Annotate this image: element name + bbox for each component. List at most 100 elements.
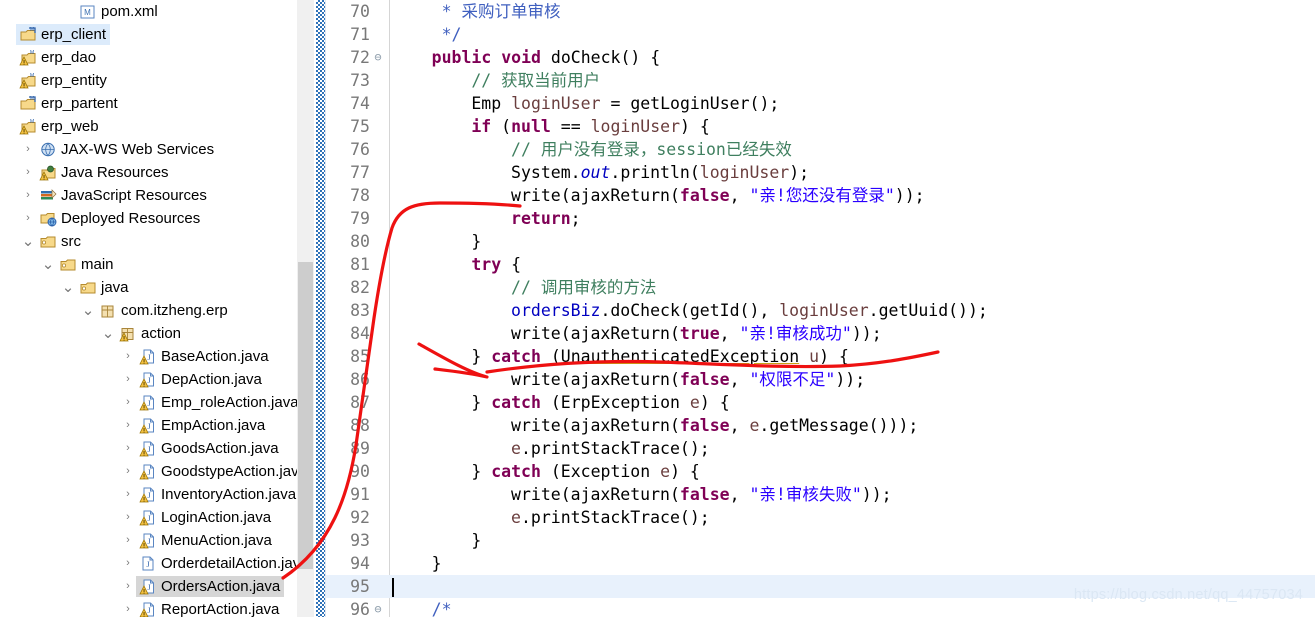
chevron-right-icon[interactable]: › [120, 483, 136, 506]
svg-text:J: J [147, 491, 150, 500]
chevron-right-icon[interactable]: › [120, 414, 136, 437]
project-tree[interactable]: Mpom.xml Merp_client Merp_dao Merp_entity Me… [0, 0, 314, 617]
code-line[interactable]: 84 write(ajaxReturn(true, "亲!审核成功")); [326, 322, 1315, 345]
java-file-warn-icon: J [139, 463, 158, 480]
tree-item-menuaction-java[interactable]: › J MenuAction.java [0, 529, 314, 552]
chevron-right-icon[interactable]: › [120, 460, 136, 483]
maven-project-warn-icon: M [19, 72, 38, 89]
code-line[interactable]: 83 ordersBiz.doCheck(getId(), loginUser.g… [326, 299, 1315, 322]
chevron-down-icon[interactable]: ⌄ [100, 326, 116, 341]
chevron-right-icon[interactable]: › [120, 529, 136, 552]
explorer-vertical-scrollbar[interactable] [297, 0, 314, 617]
tree-item-baseaction-java[interactable]: › J BaseAction.java [0, 345, 314, 368]
code-line[interactable]: 92 e.printStackTrace(); [326, 506, 1315, 529]
tree-item-label: DepAction.java [161, 371, 262, 388]
chevron-right-icon[interactable]: › [20, 161, 36, 184]
chevron-right-icon[interactable]: › [20, 138, 36, 161]
tree-item-depaction-java[interactable]: › J DepAction.java [0, 368, 314, 391]
chevron-down-icon[interactable]: ⌄ [40, 257, 56, 272]
code-line[interactable]: 89 e.printStackTrace(); [326, 437, 1315, 460]
code-token: .printStackTrace(); [520, 439, 710, 458]
code-line[interactable]: 90} catch (Exception e) { [326, 460, 1315, 483]
chevron-right-icon[interactable]: › [20, 184, 36, 207]
chevron-right-icon[interactable]: › [120, 437, 136, 460]
code-line[interactable]: 88 write(ajaxReturn(false, e.getMessage()… [326, 414, 1315, 437]
tree-item-pom-xml[interactable]: Mpom.xml [0, 0, 314, 23]
code-line[interactable]: 78 write(ajaxReturn(false, "亲!您还没有登录")); [326, 184, 1315, 207]
line-number: 88 [350, 416, 370, 435]
svg-text:M: M [30, 50, 34, 56]
tree-item-goodsaction-java[interactable]: › J GoodsAction.java [0, 437, 314, 460]
code-line-text: } [392, 552, 442, 575]
code-line[interactable]: 81 try { [326, 253, 1315, 276]
explorer-scrollbar-thumb[interactable] [298, 262, 313, 569]
chevron-right-icon[interactable]: › [120, 575, 136, 598]
tree-item-cell: J EmpAction.java [136, 415, 269, 436]
code-line[interactable]: 87} catch (ErpException e) { [326, 391, 1315, 414]
fold-collapse-icon[interactable]: ⊖ [371, 598, 385, 617]
chevron-right-icon[interactable]: › [20, 207, 36, 230]
code-token: u [809, 347, 820, 366]
tree-item-inventoryaction-java[interactable]: › J InventoryAction.java [0, 483, 314, 506]
tree-item-orderdetailaction-java[interactable]: › J OrderdetailAction.java [0, 552, 314, 575]
chevron-right-icon[interactable]: › [120, 598, 136, 617]
package-warn-icon [119, 325, 138, 342]
line-number: 76 [350, 140, 370, 159]
code-line[interactable]: 72 ⊖ public void doCheck() { [326, 46, 1315, 69]
tree-item-main[interactable]: ⌄ main [0, 253, 314, 276]
tree-item-erp-partent[interactable]: Merp_partent [0, 92, 314, 115]
code-lines[interactable]: 70 * 采购订单审核 71 */72 ⊖ public void doCheck() {… [326, 0, 1315, 617]
tree-item-com-itzheng-erp[interactable]: ⌄ com.itzheng.erp [0, 299, 314, 322]
code-line[interactable]: 79 return; [326, 207, 1315, 230]
code-line[interactable]: 75 if (null == loginUser) { [326, 115, 1315, 138]
tree-item-erp-entity[interactable]: Merp_entity [0, 69, 314, 92]
code-line[interactable]: 77 System.out.println(loginUser); [326, 161, 1315, 184]
tree-item-erp-web[interactable]: Merp_web [0, 115, 314, 138]
chevron-right-icon[interactable]: › [120, 391, 136, 414]
package-explorer-panel[interactable]: Mpom.xml Merp_client Merp_dao Merp_entity Me… [0, 0, 314, 617]
fold-collapse-icon[interactable]: ⊖ [371, 46, 385, 69]
tree-item-emp-roleaction-java[interactable]: › J Emp_roleAction.java [0, 391, 314, 414]
tree-item-erp-dao[interactable]: Merp_dao [0, 46, 314, 69]
code-line[interactable]: 76 // 用户没有登录，session已经失效 [326, 138, 1315, 161]
code-line[interactable]: 80} [326, 230, 1315, 253]
code-editor[interactable]: 70 * 采购订单审核 71 */72 ⊖ public void doCheck() {… [326, 0, 1315, 617]
tree-item-java[interactable]: ⌄ java [0, 276, 314, 299]
code-line[interactable]: 70 * 采购订单审核 [326, 0, 1315, 23]
code-line[interactable]: 71 */ [326, 23, 1315, 46]
tree-item-action[interactable]: ⌄ action [0, 322, 314, 345]
code-line[interactable]: 86 write(ajaxReturn(false, "权限不足")); [326, 368, 1315, 391]
tree-item-reportaction-java[interactable]: › J ReportAction.java [0, 598, 314, 617]
line-number: 73 [350, 71, 370, 90]
tree-item-loginaction-java[interactable]: › J LoginAction.java [0, 506, 314, 529]
chevron-right-icon[interactable]: › [120, 345, 136, 368]
chevron-right-icon[interactable]: › [120, 552, 136, 575]
tree-item-java-resources[interactable]: › Java Resources [0, 161, 314, 184]
tree-item-goodstypeaction-java[interactable]: › J GoodstypeAction.java [0, 460, 314, 483]
tree-item-deployed-resources[interactable]: › Deployed Resources [0, 207, 314, 230]
chevron-down-icon[interactable]: ⌄ [20, 234, 36, 249]
chevron-down-icon[interactable]: ⌄ [60, 280, 76, 295]
code-line[interactable]: 91 write(ajaxReturn(false, "亲!审核失败")); [326, 483, 1315, 506]
code-line[interactable]: 73 // 获取当前用户 [326, 69, 1315, 92]
code-line[interactable]: 93} [326, 529, 1315, 552]
tree-item-empaction-java[interactable]: › J EmpAction.java [0, 414, 314, 437]
tree-item-ordersaction-java[interactable]: › J OrdersAction.java [0, 575, 314, 598]
tree-item-erp-client[interactable]: Merp_client [0, 23, 314, 46]
code-token: catch [491, 462, 541, 481]
tree-item-javascript-resources[interactable]: › JavaScript Resources [0, 184, 314, 207]
code-line[interactable]: 94} [326, 552, 1315, 575]
chevron-right-icon[interactable]: › [120, 368, 136, 391]
tree-item-cell: J BaseAction.java [136, 346, 273, 367]
code-line[interactable]: 85} catch (UnauthenticatedException u) { [326, 345, 1315, 368]
tree-item-label: Deployed Resources [61, 210, 201, 227]
code-line-text: */ [392, 23, 462, 46]
code-line[interactable]: 82 // 调用审核的方法 [326, 276, 1315, 299]
code-token: ); [789, 163, 810, 182]
chevron-down-icon[interactable]: ⌄ [80, 303, 96, 318]
tree-item-jax-ws-web-services[interactable]: › JAX-WS Web Services [0, 138, 314, 161]
code-line[interactable]: 74 Emp loginUser = getLoginUser(); [326, 92, 1315, 115]
tree-item-src[interactable]: ⌄ src [0, 230, 314, 253]
chevron-right-icon[interactable]: › [120, 506, 136, 529]
code-token: "亲!您还没有登录" [749, 186, 895, 205]
